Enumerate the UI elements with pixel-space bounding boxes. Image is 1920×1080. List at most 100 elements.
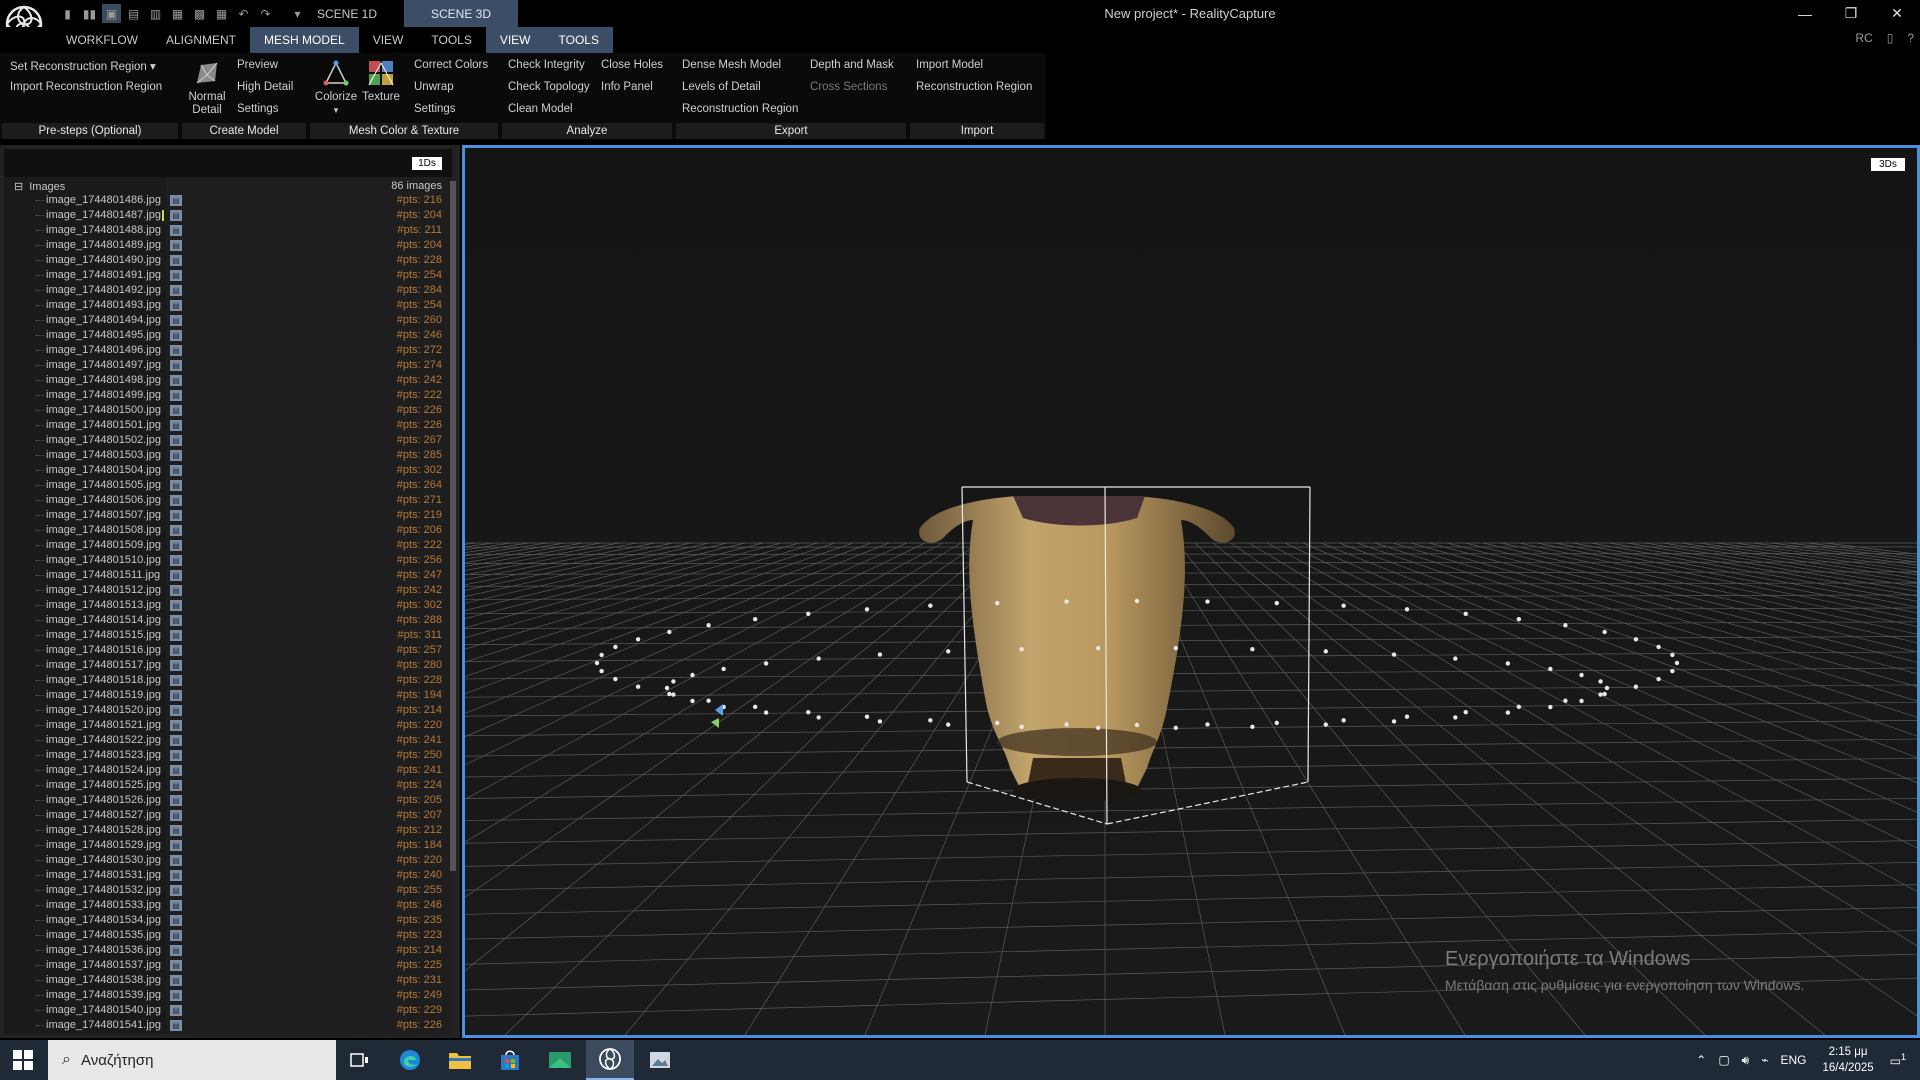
viewport-3ds-badge[interactable]: 3Ds [1871, 158, 1905, 171]
clock[interactable]: 2:15 μμ 16/4/2025 [1812, 1044, 1883, 1076]
camera-point[interactable] [752, 704, 758, 710]
camera-point[interactable] [1656, 644, 1661, 650]
image-thumbnail-icon[interactable]: ▤ [170, 645, 182, 656]
minimize-button[interactable]: — [1782, 0, 1828, 27]
list-item[interactable]: image_1744801523.jpg ▤ #pts: 250 [0, 748, 460, 763]
image-thumbnail-icon[interactable]: ▤ [170, 750, 182, 761]
camera-point[interactable] [1274, 600, 1279, 606]
tab-scene-3d[interactable]: SCENE 3D [404, 0, 518, 27]
camera-point[interactable] [671, 692, 676, 697]
image-thumbnail-icon[interactable]: ▤ [170, 615, 182, 626]
camera-point[interactable] [1341, 603, 1346, 608]
image-thumbnail-icon[interactable]: ▤ [170, 720, 182, 731]
list-item[interactable]: image_1744801501.jpg ▤ #pts: 226 [0, 418, 460, 433]
camera-point[interactable] [599, 652, 604, 658]
list-item[interactable]: image_1744801496.jpg ▤ #pts: 272 [0, 343, 460, 358]
camera-point[interactable] [1674, 660, 1680, 666]
info-panel-button[interactable]: Info Panel [601, 81, 653, 93]
image-thumbnail-icon[interactable]: ▤ [170, 435, 182, 446]
list-item[interactable]: image_1744801502.jpg ▤ #pts: 267 [0, 433, 460, 448]
rc-label[interactable]: RC [1855, 31, 1872, 45]
image-thumbnail-icon[interactable]: ▤ [170, 420, 182, 431]
camera-point[interactable] [1579, 672, 1584, 678]
camera-point[interactable] [1205, 722, 1210, 727]
camera-point[interactable] [946, 649, 951, 654]
image-thumbnail-icon[interactable]: ▤ [170, 405, 182, 416]
image-thumbnail-icon[interactable]: ▤ [170, 780, 182, 791]
camera-point[interactable] [1095, 725, 1101, 731]
camera-point[interactable] [1250, 724, 1255, 729]
image-thumbnail-icon[interactable]: ▤ [170, 975, 182, 986]
image-thumbnail-icon[interactable]: ▤ [170, 825, 182, 836]
create-model-settings-button[interactable]: Settings [237, 103, 279, 115]
camera-point[interactable] [816, 656, 821, 661]
image-thumbnail-icon[interactable]: ▤ [170, 870, 182, 881]
image-thumbnail-icon[interactable]: ▤ [170, 840, 182, 851]
camera-point[interactable] [1391, 719, 1397, 724]
preview-button[interactable]: Preview [237, 59, 278, 71]
import-model-button[interactable]: Import Model [916, 59, 983, 71]
camera-point[interactable] [995, 720, 1000, 726]
image-thumbnail-icon[interactable]: ▤ [170, 810, 182, 821]
camera-point[interactable] [1404, 607, 1410, 612]
list-item[interactable]: image_1744801497.jpg ▤ #pts: 274 [0, 358, 460, 373]
camera-point[interactable] [1548, 666, 1553, 672]
camera-point[interactable] [1579, 698, 1584, 704]
mesh-color-settings-button[interactable]: Settings [414, 103, 456, 115]
image-thumbnail-icon[interactable]: ▤ [170, 285, 182, 296]
task-view-icon[interactable] [336, 1040, 384, 1080]
depth-and-mask-button[interactable]: Depth and Mask [810, 59, 894, 71]
list-item[interactable]: image_1744801527.jpg ▤ #pts: 207 [0, 808, 460, 823]
camera-point[interactable] [1095, 645, 1101, 651]
camera-point[interactable] [1019, 724, 1024, 729]
image-thumbnail-icon[interactable]: ▤ [170, 225, 182, 236]
layout-2-icon[interactable]: ▮▮ [80, 4, 99, 23]
camera-point[interactable] [1134, 598, 1140, 604]
camera-point[interactable] [1404, 714, 1410, 719]
image-thumbnail-icon[interactable]: ▤ [170, 1020, 182, 1031]
layout-3-icon[interactable]: ▣ [102, 4, 121, 23]
image-thumbnail-icon[interactable]: ▤ [170, 555, 182, 566]
camera-point[interactable] [752, 616, 758, 622]
camera-point[interactable] [690, 672, 695, 678]
camera-point[interactable] [613, 676, 618, 682]
menu-alignment[interactable]: ALIGNMENT [152, 27, 250, 53]
menu-workflow[interactable]: WORKFLOW [52, 27, 152, 53]
list-item[interactable]: image_1744801492.jpg ▤ #pts: 284 [0, 283, 460, 298]
image-thumbnail-icon[interactable]: ▤ [170, 660, 182, 671]
list-item[interactable]: image_1744801511.jpg ▤ #pts: 247 [0, 568, 460, 583]
camera-point[interactable] [635, 684, 641, 689]
image-thumbnail-icon[interactable]: ▤ [170, 675, 182, 686]
camera-point[interactable] [1274, 720, 1279, 726]
camera-point[interactable] [1563, 698, 1568, 703]
camera-point[interactable] [1563, 623, 1568, 628]
camera-point[interactable] [1205, 599, 1210, 604]
list-item[interactable]: image_1744801507.jpg ▤ #pts: 219 [0, 508, 460, 523]
notifications-icon[interactable]: ▭1 [1884, 1052, 1920, 1068]
camera-point[interactable] [664, 685, 670, 691]
list-item[interactable]: image_1744801526.jpg ▤ #pts: 205 [0, 793, 460, 808]
check-integrity-button[interactable]: Check Integrity [508, 59, 585, 71]
camera-point[interactable] [763, 661, 769, 666]
list-item[interactable]: image_1744801528.jpg ▤ #pts: 212 [0, 823, 460, 838]
list-item[interactable]: image_1744801521.jpg ▤ #pts: 220 [0, 718, 460, 733]
list-item[interactable]: image_1744801538.jpg ▤ #pts: 231 [0, 973, 460, 988]
image-thumbnail-icon[interactable]: ▤ [170, 585, 182, 596]
list-item[interactable]: image_1744801540.jpg ▤ #pts: 229 [0, 1003, 460, 1018]
camera-point[interactable] [1064, 599, 1069, 604]
list-item[interactable]: image_1744801532.jpg ▤ #pts: 255 [0, 883, 460, 898]
list-item[interactable]: image_1744801537.jpg ▤ #pts: 225 [0, 958, 460, 973]
image-thumbnail-icon[interactable]: ▤ [170, 255, 182, 266]
camera-point[interactable] [806, 611, 811, 617]
camera-point[interactable] [1670, 668, 1675, 674]
list-item[interactable]: image_1744801508.jpg ▤ #pts: 206 [0, 523, 460, 538]
image-thumbnail-icon[interactable]: ▤ [170, 765, 182, 776]
list-item[interactable]: image_1744801495.jpg ▤ #pts: 246 [0, 328, 460, 343]
list-item[interactable]: image_1744801490.jpg ▤ #pts: 228 [0, 253, 460, 268]
camera-point[interactable] [1173, 645, 1179, 651]
dense-mesh-model-button[interactable]: Dense Mesh Model [682, 59, 781, 71]
image-thumbnail-icon[interactable]: ▤ [170, 795, 182, 806]
camera-point[interactable] [1656, 676, 1661, 682]
camera-point[interactable] [1505, 661, 1511, 666]
check-topology-button[interactable]: Check Topology [508, 81, 590, 93]
